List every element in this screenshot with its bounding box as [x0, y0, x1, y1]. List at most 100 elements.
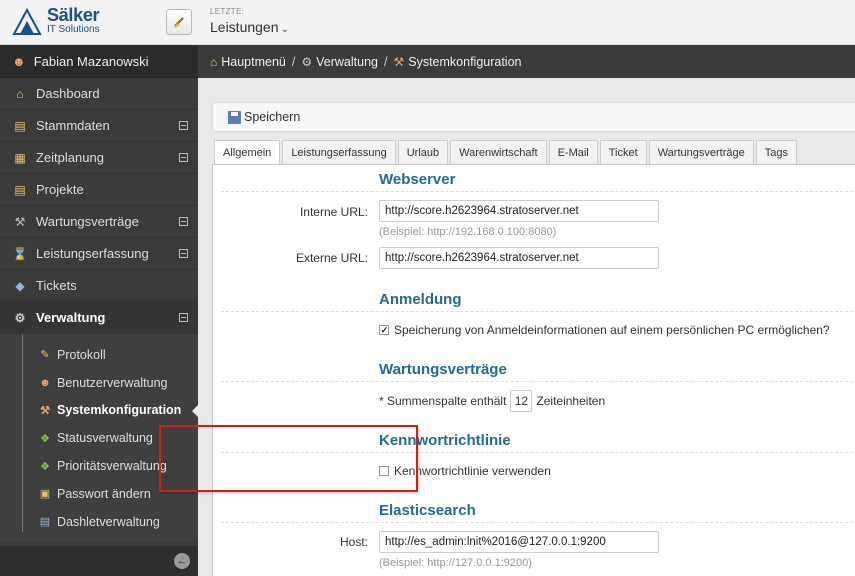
sidebar-footer: ←	[0, 546, 198, 576]
user-icon: ☻	[39, 376, 51, 389]
sidebar-subitem-protokoll[interactable]: ✎ Protokoll	[0, 341, 198, 369]
divider	[221, 311, 855, 312]
collapse-toggle-icon[interactable]	[179, 153, 188, 162]
quick-action-button[interactable]	[166, 9, 192, 35]
wrench-icon: ⚒	[14, 214, 26, 229]
pencil-icon: ✎	[40, 349, 50, 362]
sidebar-item-label: Stammdaten	[36, 118, 110, 133]
sidebar-item-projekte[interactable]: ▤ Projekte	[0, 174, 198, 206]
home-icon: ⌂	[210, 54, 218, 69]
collapse-toggle-icon[interactable]	[179, 121, 188, 130]
settings-panel: Webserver Interne URL: (Beispiel: http:/…	[212, 164, 855, 576]
recent-label: LETZTE:	[210, 7, 245, 16]
breadcrumb-separator: /	[383, 54, 388, 69]
puzzle-icon: ❖	[40, 460, 50, 473]
save-login-checkbox[interactable]	[379, 325, 389, 335]
tab-wartungsvertraege[interactable]: Wartungsverträge	[648, 140, 754, 164]
user-name: Fabian Mazanowski	[33, 53, 149, 69]
toolbar: Speichern	[212, 102, 855, 132]
sidebar-item-leistungserfassung[interactable]: ⌛ Leistungserfassung	[0, 238, 198, 270]
gear-icon: ⚙	[301, 54, 313, 69]
save-button[interactable]: Speichern	[244, 110, 300, 124]
logo-icon	[12, 8, 42, 35]
host-input[interactable]	[379, 531, 659, 553]
sidebar-item-label: Verwaltung	[36, 310, 106, 325]
sidebar-subitem-label: Benutzerverwaltung	[57, 375, 168, 390]
tag-icon: ◆	[15, 278, 25, 293]
lock-icon: ▣	[39, 488, 51, 501]
time-units-input[interactable]: 12	[510, 390, 533, 412]
tab-warenwirtschaft[interactable]: Warenwirtschaft	[450, 140, 547, 164]
sidebar-subitem-label: Passwort ändern	[57, 486, 151, 501]
breadcrumb: ⌂ Hauptmenü / ⚙ Verwaltung / ⚒ Systemkon…	[198, 45, 855, 78]
tab-bar: Allgemein Leistungserfassung Urlaub Ware…	[214, 140, 799, 165]
sidebar-item-label: Leistungserfassung	[36, 246, 149, 261]
section-title-webserver: Webserver	[379, 171, 456, 188]
top-bar: Sälker IT Solutions LETZTE: Leistungen ⌄	[0, 0, 855, 45]
collapse-toggle-icon[interactable]	[179, 217, 188, 226]
tab-tags[interactable]: Tags	[755, 140, 797, 164]
sidebar-item-label: Tickets	[36, 278, 77, 293]
sidebar-item-zeitplanung[interactable]: ▦ Zeitplanung	[0, 142, 198, 174]
hourglass-icon: ⌛	[12, 246, 28, 261]
sidebar-subitem-label: Statusverwaltung	[57, 431, 153, 446]
logo-subtitle: IT Solutions	[47, 24, 100, 35]
internal-url-label: Interne URL:	[299, 205, 368, 219]
collapse-toggle-icon[interactable]	[179, 249, 188, 258]
tab-email[interactable]: E-Mail	[548, 140, 598, 164]
divider	[221, 191, 855, 192]
host-label: Host:	[339, 535, 368, 549]
tab-allgemein[interactable]: Allgemein	[214, 140, 281, 165]
main-content: Speichern Allgemein Leistungserfassung U…	[198, 78, 855, 576]
sidebar-subitem-label: Protokoll	[57, 347, 106, 362]
broom-icon	[174, 17, 184, 28]
breadcrumb-item[interactable]: Verwaltung	[316, 55, 378, 69]
external-url-input[interactable]	[379, 247, 659, 269]
sum-column-prefix: * Summenspalte enthält	[379, 394, 507, 408]
folder-icon: ▤	[14, 118, 26, 133]
gear-icon: ⚙	[14, 310, 26, 325]
logo-name: Sälker	[47, 5, 100, 25]
breadcrumb-item[interactable]: Systemkonfiguration	[408, 55, 521, 69]
collapse-sidebar-icon[interactable]: ←	[174, 553, 190, 569]
chevron-down-icon: ⌄	[280, 24, 289, 35]
tab-urlaub[interactable]: Urlaub	[397, 140, 449, 164]
internal-url-input[interactable]	[379, 200, 659, 222]
user-icon: ☻	[12, 53, 26, 69]
sum-column-suffix: Zeiteinheiten	[536, 394, 606, 408]
host-hint: (Beispiel: http://127.0.0.1:9200)	[379, 557, 532, 569]
divider	[221, 381, 855, 382]
wrench-icon: ⚒	[40, 404, 50, 417]
recent-value: Leistungen	[210, 19, 279, 35]
sidebar-subitem-benutzerverwaltung[interactable]: ☻ Benutzerverwaltung	[0, 369, 198, 397]
folder-icon: ▤	[14, 182, 26, 197]
save-icon	[228, 110, 241, 124]
user-row[interactable]: ☻ Fabian Mazanowski	[0, 45, 198, 78]
layout-icon: ▤	[39, 516, 51, 529]
recent-dropdown[interactable]: Leistungen ⌄	[210, 19, 289, 35]
save-login-checkbox-row[interactable]: Speicherung von Anmeldeinformationen auf…	[379, 323, 830, 337]
save-login-label: Speicherung von Anmeldeinformationen auf…	[394, 323, 830, 337]
wrench-icon: ⚒	[393, 54, 405, 69]
tab-ticket[interactable]: Ticket	[599, 140, 647, 164]
breadcrumb-separator: /	[291, 54, 296, 69]
sidebar-subitem-dashletverwaltung[interactable]: ▤ Dashletverwaltung	[0, 508, 198, 536]
calendar-icon: ▦	[14, 150, 26, 165]
sidebar: ☻ Fabian Mazanowski ⌂ Dashboard ▤ Stammd…	[0, 45, 198, 576]
sum-column-row: * Summenspalte enthält 12 Zeiteinheiten	[379, 390, 605, 412]
sidebar-item-wartungsvertraege[interactable]: ⚒ Wartungsverträge	[0, 206, 198, 238]
tab-leistungserfassung[interactable]: Leistungserfassung	[282, 140, 396, 164]
sidebar-subitem-label: Systemkonfiguration	[57, 403, 182, 418]
breadcrumb-item[interactable]: Hauptmenü	[221, 55, 286, 69]
sidebar-item-tickets[interactable]: ◆ Tickets	[0, 270, 198, 302]
collapse-toggle-icon[interactable]	[179, 313, 188, 322]
highlight-box	[159, 425, 418, 492]
sidebar-item-stammdaten[interactable]: ▤ Stammdaten	[0, 110, 198, 142]
section-title-elasticsearch: Elasticsearch	[379, 502, 476, 519]
internal-url-hint: (Beispiel: http://192.168.0.100:8080)	[379, 226, 557, 238]
sidebar-subitem-systemkonfiguration[interactable]: ⚒ Systemkonfiguration	[0, 397, 198, 425]
sidebar-subitem-label: Dashletverwaltung	[57, 514, 160, 529]
sidebar-item-verwaltung[interactable]: ⚙ Verwaltung	[0, 302, 198, 334]
sidebar-item-label: Zeitplanung	[36, 150, 104, 165]
sidebar-item-dashboard[interactable]: ⌂ Dashboard	[0, 78, 198, 110]
